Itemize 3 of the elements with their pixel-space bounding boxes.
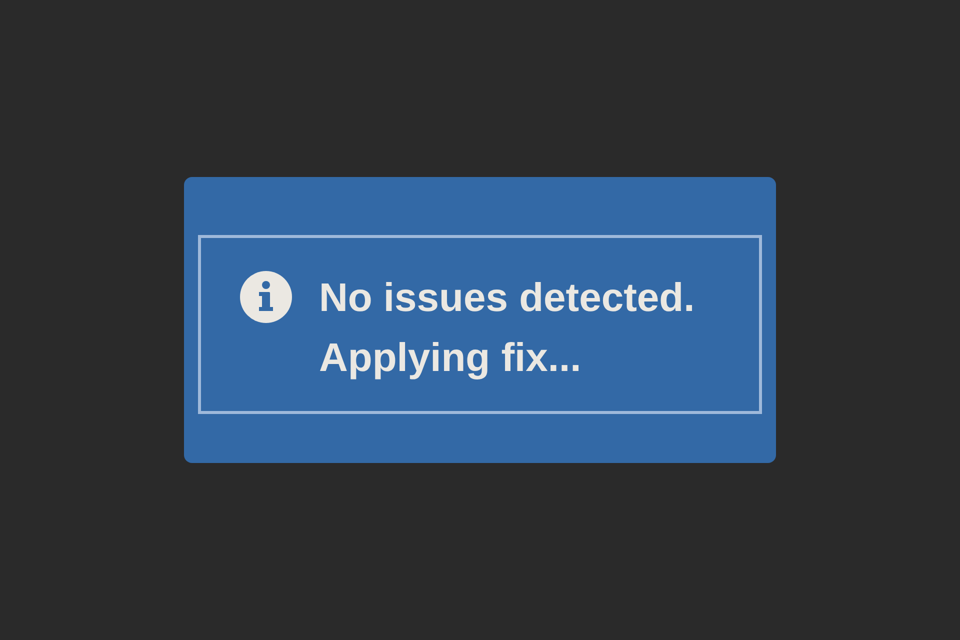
- notice-text: No issues detected.: [319, 275, 695, 322]
- notice-text: Applying fix...: [319, 335, 582, 382]
- info-icon: [240, 271, 292, 323]
